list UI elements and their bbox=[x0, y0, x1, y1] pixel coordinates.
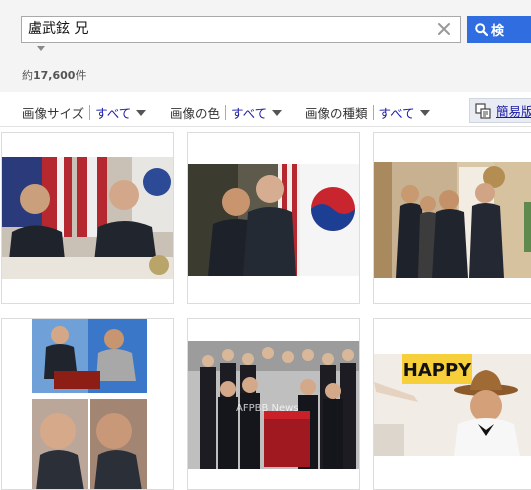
search-icon bbox=[475, 23, 488, 36]
image-result-tile[interactable] bbox=[1, 318, 174, 490]
filter-divider bbox=[372, 105, 374, 120]
image-thumbnail bbox=[188, 164, 359, 276]
filter-value-label: すべて bbox=[95, 106, 132, 121]
result-count: 約17,600件 bbox=[22, 67, 86, 83]
sign-text: HAPPY bbox=[403, 360, 472, 381]
chevron-down-icon bbox=[419, 109, 430, 116]
watermark-text: AFPBB News bbox=[236, 403, 299, 414]
image-thumbnail: AFPBB News bbox=[188, 341, 359, 469]
filter-value-label: すべて bbox=[231, 106, 268, 121]
filter-bar: 画像サイズ すべて 画像の色 すべて 画像の種類 すべて bbox=[0, 98, 531, 124]
filter-divider bbox=[89, 105, 91, 120]
filter-image-size-dropdown[interactable]: すべて bbox=[95, 103, 147, 122]
chevron-down-icon bbox=[136, 109, 147, 116]
image-thumbnail bbox=[32, 319, 147, 489]
filter-image-size: 画像サイズ すべて bbox=[22, 103, 147, 122]
result-count-suffix: 件 bbox=[75, 69, 87, 82]
result-count-prefix: 約 bbox=[22, 69, 33, 82]
search-button-label: 検 bbox=[491, 24, 505, 39]
image-thumbnail bbox=[374, 162, 531, 278]
chevron-down-icon bbox=[272, 109, 283, 116]
filter-label: 画像サイズ bbox=[22, 106, 85, 121]
image-result-tile[interactable] bbox=[373, 132, 531, 304]
filter-image-type: 画像の種類 すべて bbox=[305, 103, 430, 122]
image-result-tile[interactable]: AFPBB News bbox=[187, 318, 360, 490]
filter-value-label: すべて bbox=[378, 106, 415, 121]
image-result-tile[interactable]: HAPPY bbox=[373, 318, 531, 490]
image-result-tile[interactable] bbox=[187, 132, 360, 304]
image-thumbnail bbox=[2, 157, 173, 279]
search-history-dropdown-icon[interactable] bbox=[37, 46, 45, 51]
search-box[interactable] bbox=[21, 16, 461, 43]
result-count-value: 17,600 bbox=[33, 69, 76, 82]
simple-view-icon bbox=[475, 103, 491, 119]
filter-image-color-dropdown[interactable]: すべて bbox=[231, 103, 283, 122]
filter-label: 画像の色 bbox=[170, 106, 221, 121]
simple-view-button[interactable]: 簡易版 bbox=[469, 98, 531, 123]
filter-image-color: 画像の色 すべて bbox=[170, 103, 283, 122]
search-input[interactable] bbox=[22, 17, 427, 42]
clear-icon[interactable] bbox=[436, 21, 452, 37]
filter-image-type-dropdown[interactable]: すべて bbox=[379, 103, 430, 122]
image-thumbnail: HAPPY bbox=[374, 354, 531, 456]
filter-label: 画像の種類 bbox=[305, 106, 368, 121]
filter-divider bbox=[225, 105, 227, 120]
image-result-tile[interactable] bbox=[1, 132, 174, 304]
search-button[interactable]: 検 bbox=[467, 16, 531, 43]
simple-view-label: 簡易版 bbox=[496, 104, 531, 119]
divider bbox=[0, 126, 531, 127]
